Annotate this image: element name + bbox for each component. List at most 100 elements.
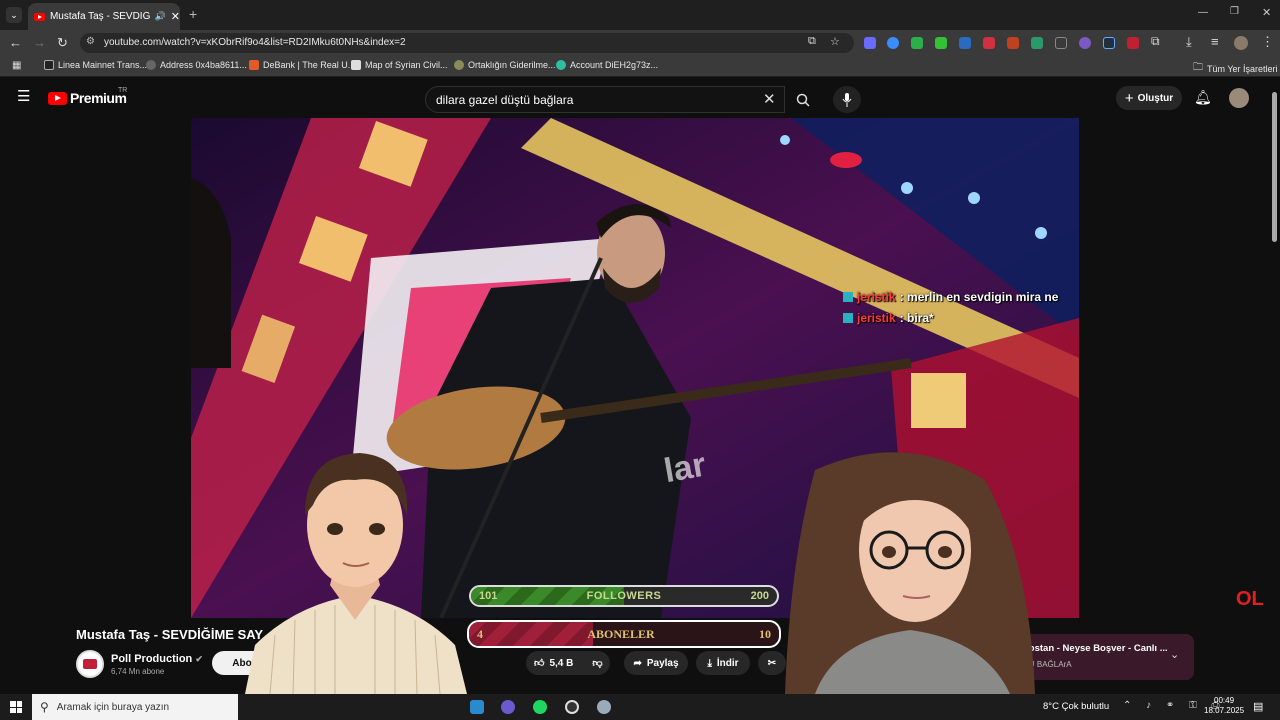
- taskbar-app-icon[interactable]: [470, 700, 484, 714]
- media-control-icon[interactable]: ≡: [1211, 34, 1219, 49]
- verified-badge-icon: ✔: [195, 654, 203, 664]
- bookmark-item[interactable]: Ortaklığın Giderilme...: [454, 60, 556, 70]
- download-icon[interactable]: ⤓: [1186, 34, 1192, 50]
- tab-strip: ⌄ Mustafa Taş - SEVDİĞİME S 🔊 ✕ + — ❐ ✕: [0, 0, 1280, 30]
- chat-username: jeristik: [857, 311, 896, 325]
- microphone-icon: [842, 92, 852, 107]
- taskbar-search-box[interactable]: ⚲ Aramak için buraya yazın: [32, 694, 238, 720]
- bookmark-item[interactable]: Map of Syrian Civil...: [351, 60, 448, 70]
- scissors-icon: ✂: [767, 657, 777, 669]
- forward-button[interactable]: →: [33, 35, 46, 50]
- profile-avatar[interactable]: [1234, 36, 1248, 50]
- cast-icon[interactable]: ⧉: [808, 35, 816, 48]
- extension-icon[interactable]: [1103, 37, 1115, 49]
- extension-icon[interactable]: [1031, 37, 1043, 49]
- clock[interactable]: 00:49 18.07.2025: [1204, 696, 1244, 716]
- svg-text:lar: lar: [661, 446, 709, 491]
- taskbar-app-icon[interactable]: [501, 700, 515, 714]
- followers-goal-bar: 101 FOLLOWERS 200: [469, 585, 779, 607]
- page-scrollbar[interactable]: [1272, 92, 1277, 242]
- extension-icon[interactable]: [1079, 37, 1091, 49]
- download-icon: ⤓: [707, 657, 712, 669]
- extension-icon[interactable]: [983, 37, 995, 49]
- extension-icon[interactable]: [864, 37, 876, 49]
- tab-title: Mustafa Taş - SEVDİĞİME S: [49, 11, 150, 22]
- like-count[interactable]: 5,4 B: [549, 658, 573, 669]
- extensions-puzzle-icon[interactable]: ⧉: [1151, 34, 1160, 49]
- taskbar-app-icon[interactable]: [597, 700, 611, 714]
- tab-close-icon[interactable]: ✕: [171, 10, 180, 23]
- voice-search-button[interactable]: [833, 86, 861, 113]
- extension-icon[interactable]: [1007, 37, 1019, 49]
- maximize-button[interactable]: ❐: [1230, 6, 1239, 17]
- folder-icon: 🗀: [1193, 62, 1203, 73]
- notification-center-icon[interactable]: ▤: [1253, 700, 1263, 713]
- address-bar[interactable]: ⚙ youtube.com/watch?v=xKObrRif9o4&list=R…: [80, 33, 854, 53]
- menu-icon[interactable]: ⋮: [1261, 34, 1274, 50]
- channel-watermark: OL: [1236, 588, 1264, 610]
- bookmark-item[interactable]: DeBank | The Real U...: [249, 60, 355, 70]
- extension-icon[interactable]: [935, 37, 947, 49]
- chat-message: jeristik: merlin en sevdigin mira ne: [843, 290, 1058, 304]
- close-window-button[interactable]: ✕: [1262, 6, 1271, 19]
- download-button[interactable]: ⤓ İndir: [696, 651, 750, 675]
- chevron-down-icon[interactable]: ⌄: [1170, 648, 1179, 661]
- search-button[interactable]: [790, 86, 816, 113]
- search-icon: ⚲: [40, 700, 49, 714]
- youtube-favicon-icon: [34, 12, 45, 21]
- followers-current: 101: [479, 590, 498, 602]
- speaker-icon[interactable]: 🔊: [155, 11, 166, 22]
- chat-username: jeristik: [857, 290, 896, 304]
- channel-avatar[interactable]: [76, 650, 104, 678]
- channel-name[interactable]: Poll Production ✔: [111, 653, 203, 665]
- apps-grid-icon[interactable]: ▦: [12, 60, 21, 71]
- bookmark-item[interactable]: Linea Mainnet Trans...: [44, 60, 147, 70]
- new-tab-button[interactable]: +: [189, 6, 197, 22]
- taskbar-search-placeholder: Aramak için buraya yazın: [56, 701, 170, 713]
- reload-button[interactable]: ↻: [57, 35, 68, 51]
- chat-badge-icon: [843, 292, 853, 302]
- aboneler-current: 4: [477, 626, 483, 641]
- windows-taskbar: ⚲ Aramak için buraya yazın 8°C Çok bulut…: [0, 694, 1280, 720]
- aboneler-goal-bar: 4 ABONELER 10: [467, 620, 781, 648]
- hamburger-menu-icon[interactable]: ☰: [17, 89, 30, 104]
- active-tab[interactable]: Mustafa Taş - SEVDİĞİME S 🔊 ✕: [28, 3, 180, 30]
- search-input[interactable]: dilara gazel düştü bağlara: [425, 86, 785, 113]
- like-dislike-group: 👍︎ 5,4 B 👎︎: [526, 651, 610, 675]
- all-bookmarks-folder[interactable]: 🗀 Tüm Yer İşaretleri: [1193, 60, 1278, 77]
- aboneler-goal: 10: [758, 626, 771, 641]
- bookmark-item[interactable]: Address 0x4ba8611...: [146, 60, 247, 70]
- extension-icon[interactable]: [1055, 37, 1067, 49]
- share-icon: ➦: [633, 657, 642, 669]
- bookmark-item[interactable]: Account DiEH2g73z...: [556, 60, 658, 70]
- dislike-icon[interactable]: 👎︎: [592, 657, 602, 669]
- notifications-bell-icon[interactable]: 🔔︎: [1194, 89, 1212, 106]
- chat-text: : bira*: [899, 311, 934, 325]
- create-button[interactable]: + Oluştur: [1116, 86, 1182, 110]
- like-icon[interactable]: 👍︎: [534, 657, 544, 669]
- account-avatar[interactable]: [1229, 88, 1249, 108]
- site-info-icon[interactable]: ⚙: [86, 36, 95, 47]
- extension-icon[interactable]: [887, 37, 899, 49]
- male-avatar-illustration: [245, 453, 467, 694]
- clock-time: 00:49: [1214, 696, 1235, 705]
- share-button[interactable]: ➦ Paylaş: [624, 651, 688, 675]
- clock-date: 18.07.2025: [1204, 706, 1245, 715]
- back-button[interactable]: ←: [9, 35, 22, 50]
- tab-search-button[interactable]: ⌄: [6, 7, 22, 23]
- extension-icon[interactable]: [1127, 37, 1139, 49]
- weather-widget[interactable]: 8°C Çok bulutlu: [1043, 701, 1109, 712]
- subscriber-count: 6,74 Mn abone: [111, 667, 165, 676]
- extension-icon[interactable]: [911, 37, 923, 49]
- clip-button[interactable]: ✂: [758, 651, 786, 675]
- clear-search-icon[interactable]: ✕: [763, 90, 776, 108]
- youtube-logo-icon[interactable]: [48, 92, 67, 105]
- url-text: youtube.com/watch?v=xKObrRif9o4&list=RD2…: [104, 37, 406, 48]
- female-avatar-illustration: [785, 452, 1035, 694]
- minimize-button[interactable]: —: [1198, 7, 1208, 18]
- bookmark-star-icon[interactable]: ☆: [830, 35, 840, 48]
- spotify-icon[interactable]: [533, 700, 547, 714]
- windows-start-icon[interactable]: [10, 701, 22, 713]
- extension-icon[interactable]: [959, 37, 971, 49]
- taskbar-app-icon[interactable]: [565, 700, 579, 714]
